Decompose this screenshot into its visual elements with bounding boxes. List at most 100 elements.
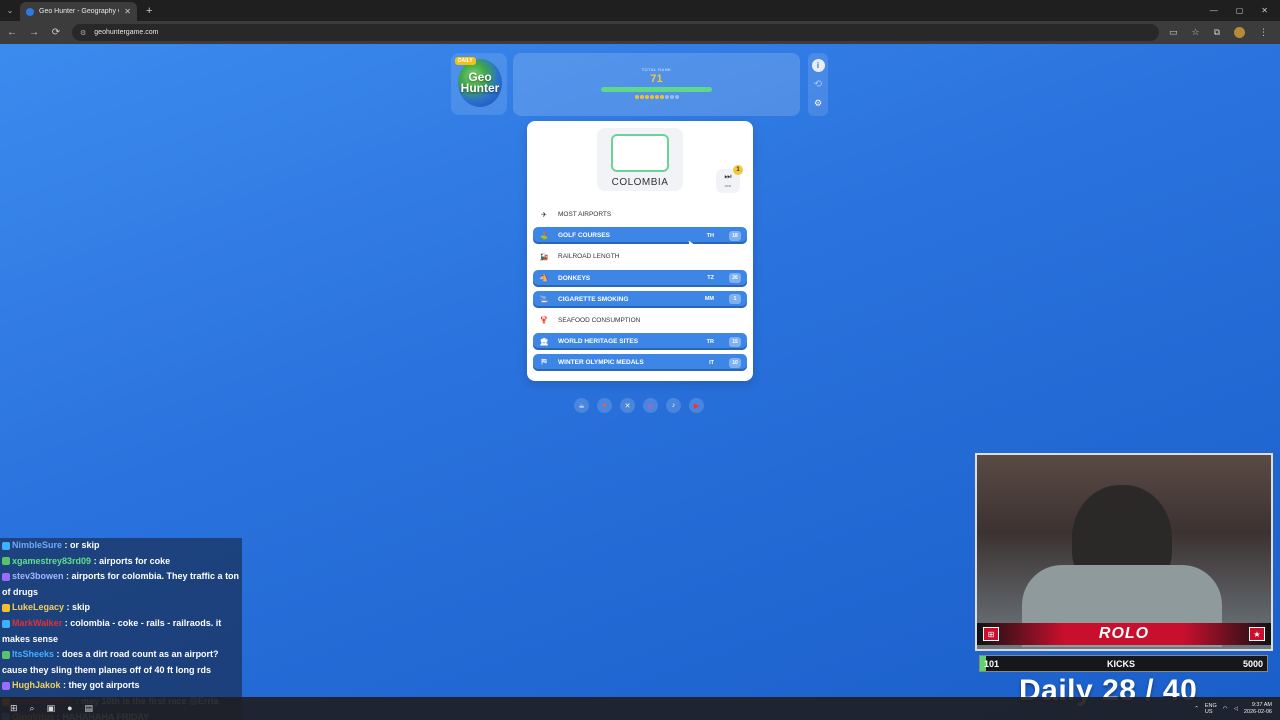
- rank-panel: TOTAL RANK 71: [513, 53, 800, 116]
- category-row[interactable]: ⛿ WINTER OLYMPIC MEDALS IT 10: [533, 354, 747, 372]
- category-row[interactable]: 🐴 DONKEYS TZ 26: [533, 269, 747, 287]
- tab-search-button[interactable]: ⌄: [0, 0, 20, 21]
- browser-menu-icon[interactable]: ⋮: [1259, 27, 1268, 38]
- kicks-goal: 5000: [1242, 658, 1263, 669]
- round-dot: [659, 95, 664, 99]
- gift-icon: ⊞: [983, 627, 999, 641]
- url-text: geohuntergame.com: [94, 29, 159, 36]
- clock-date: 2026-02-06: [1243, 708, 1272, 715]
- youtube-icon[interactable]: ▶: [689, 398, 704, 413]
- logo-line-2: Hunter: [460, 81, 500, 95]
- plane-icon: ✈: [541, 211, 547, 219]
- profile-avatar[interactable]: [1234, 27, 1245, 38]
- chat-username[interactable]: LukeLegacy: [12, 602, 64, 612]
- rank-progress-bar: [601, 87, 712, 92]
- region-text: US: [1204, 708, 1213, 715]
- coffee-icon[interactable]: ☕: [574, 398, 589, 413]
- country-code: MM: [704, 296, 714, 303]
- clock[interactable]: 9:37 AM 2026-02-06: [1244, 702, 1272, 716]
- reddit-icon[interactable]: ●: [597, 398, 612, 413]
- chat-username[interactable]: MarkWalker: [12, 618, 62, 628]
- extensions-icon[interactable]: ⧉: [1214, 27, 1220, 38]
- category-row[interactable]: ⛳ GOLF COURSES TH 18: [533, 227, 747, 245]
- info-icon[interactable]: i: [811, 59, 825, 72]
- tab-title: Geo Hunter - Geography Quiz: [39, 8, 119, 15]
- category-row[interactable]: 🏛 WORLD HERITAGE SITES TR 15: [533, 333, 747, 351]
- country-code: TR: [706, 338, 714, 345]
- kicks-current: 101: [984, 658, 1000, 669]
- rank-badge: 26: [729, 273, 741, 284]
- category-label: SEAFOOD CONSUMPTION: [558, 316, 641, 324]
- chat-badge-icon: [2, 541, 10, 550]
- chat-username[interactable]: NimbleSure: [12, 540, 62, 550]
- refresh-icon[interactable]: ⟲: [812, 78, 825, 91]
- lobster-icon: 🦞: [539, 317, 549, 325]
- category-label: DONKEYS: [558, 274, 591, 282]
- cigarette-icon: 🚬: [539, 296, 549, 304]
- chat-message: LukeLegacy : skip: [2, 600, 242, 616]
- taskbar-apps: ⊞ ⌕ ▣ ● ▤: [0, 703, 93, 714]
- back-button[interactable]: ←: [6, 27, 18, 38]
- game-card: COLOMBIA ⏭ SKIP 1 ✈ MOST AIRPORTS ⛳ GOLF CO…: [527, 121, 753, 381]
- flag-placeholder: [611, 134, 669, 172]
- chat-badge-icon: [2, 650, 10, 659]
- x-icon[interactable]: ✕: [620, 398, 635, 413]
- webcam-feed: ⊞ ROLO ★: [975, 453, 1273, 651]
- bookmark-star-icon[interactable]: ☆: [1191, 27, 1199, 38]
- reload-button[interactable]: ⟳: [50, 27, 62, 38]
- webcam-banner: ⊞ ROLO ★: [977, 623, 1271, 645]
- address-bar: ← → ⟳ ⚙ geohuntergame.com ▭ ☆ ⧉ ⋮: [0, 21, 1280, 44]
- chat-username[interactable]: xgamestrey83rd09: [12, 556, 91, 566]
- round-dot: [654, 95, 659, 99]
- category-row[interactable]: ✈ MOST AIRPORTS: [533, 206, 747, 223]
- lang-indicator[interactable]: ENG US: [1205, 703, 1217, 715]
- app-icon[interactable]: ▤: [85, 703, 94, 714]
- chat-text: : they got airports: [60, 680, 140, 691]
- app-icon[interactable]: ●: [67, 703, 72, 714]
- close-window-button[interactable]: ✕: [1261, 6, 1268, 15]
- settings-gear-icon[interactable]: ⚙: [812, 97, 825, 110]
- site-info-icon[interactable]: ⚙: [80, 29, 86, 37]
- chat-text: : airports for coke: [91, 555, 171, 566]
- daily-tag: DAILY: [455, 57, 476, 65]
- minimize-button[interactable]: —: [1210, 6, 1218, 15]
- kicks-goal-bar: 101 KICKS 5000: [979, 655, 1268, 672]
- window-controls: — ▢ ✕: [1210, 6, 1280, 15]
- maximize-button[interactable]: ▢: [1236, 6, 1244, 15]
- chat-username[interactable]: ItsSheeks: [12, 649, 54, 659]
- chat-username[interactable]: HughJakok: [12, 680, 61, 690]
- start-icon[interactable]: ⊞: [10, 703, 18, 714]
- cast-icon[interactable]: ▭: [1169, 27, 1178, 38]
- browser-tab-bar: ⌄ Geo Hunter - Geography Quiz ✕ + — ▢ ✕: [0, 0, 1280, 21]
- tab-close-icon[interactable]: ✕: [124, 7, 131, 16]
- brand-logo: ROLO: [1098, 625, 1150, 642]
- star-icon: ★: [1249, 627, 1265, 641]
- category-row[interactable]: 🦞 SEAFOOD CONSUMPTION: [533, 312, 747, 329]
- category-row[interactable]: 🚬 CIGARETTE SMOKING MM 1: [533, 290, 747, 308]
- round-dot: [644, 95, 649, 99]
- wifi-icon[interactable]: ◠: [1223, 706, 1228, 712]
- chat-message: stev3bowen : airports for colombia. They…: [2, 569, 242, 600]
- forward-button[interactable]: →: [28, 27, 40, 38]
- new-tab-button[interactable]: +: [146, 5, 152, 17]
- category-label: GOLF COURSES: [558, 232, 611, 240]
- round-dot: [664, 95, 669, 99]
- round-dot: [669, 95, 674, 99]
- search-icon[interactable]: ⌕: [30, 703, 35, 714]
- country-display: COLOMBIA: [597, 128, 683, 191]
- active-tab[interactable]: Geo Hunter - Geography Quiz ✕: [20, 2, 137, 21]
- tiktok-icon[interactable]: ♪: [666, 398, 681, 413]
- chat-username[interactable]: stev3bowen: [12, 571, 64, 581]
- category-row[interactable]: 🚂 RAILROAD LENGTH: [533, 248, 747, 265]
- clock-time: 9:37 AM: [1251, 701, 1272, 708]
- instagram-icon[interactable]: ◎: [643, 398, 658, 413]
- rank-badge: 15: [729, 336, 741, 347]
- chat-text-body: they got airports: [68, 680, 140, 691]
- round-dot: [649, 95, 654, 99]
- tray-up-icon[interactable]: ⌃: [1194, 706, 1199, 712]
- country-code: TZ: [707, 275, 714, 282]
- app-icon[interactable]: ▣: [47, 703, 56, 714]
- url-field[interactable]: ⚙ geohuntergame.com: [72, 24, 1159, 41]
- geo-hunter-logo[interactable]: DAILY Geo Hunter: [451, 53, 507, 115]
- volume-icon[interactable]: ◁: [1234, 706, 1238, 712]
